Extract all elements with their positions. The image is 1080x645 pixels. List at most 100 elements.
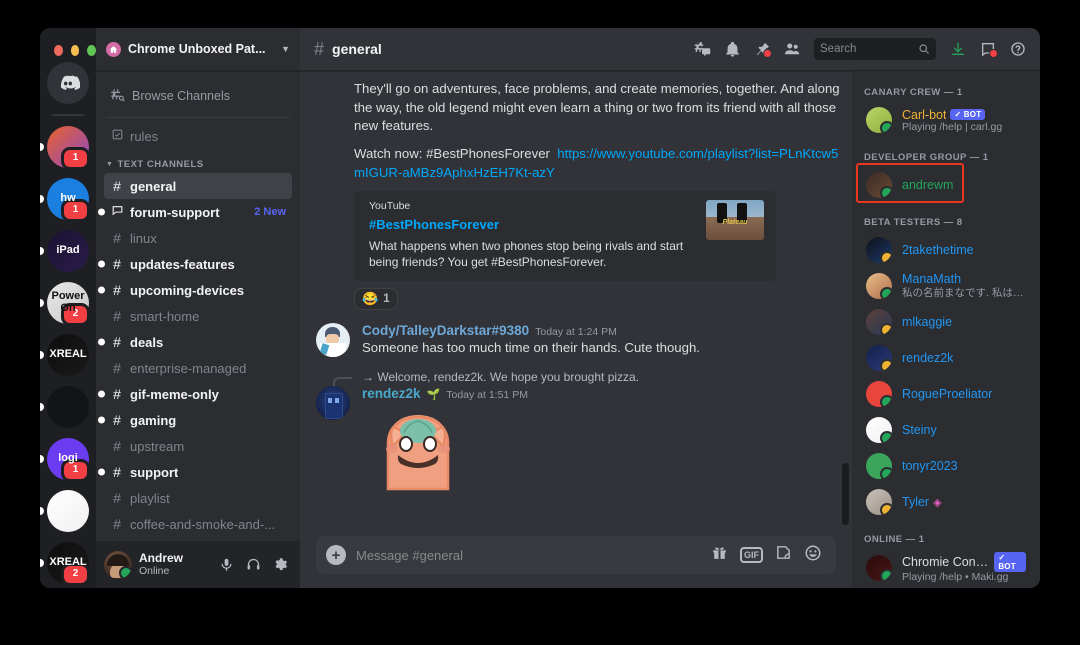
window-traffic-lights[interactable] (40, 34, 97, 62)
avatar[interactable] (866, 381, 892, 407)
member-row-tonyr2023[interactable]: tonyr2023 (860, 448, 1032, 484)
message-cody[interactable]: Cody/TalleyDarkstar#9380 Today at 1:24 P… (300, 310, 840, 358)
server-icon-logi-server[interactable]: logi 1 (40, 438, 90, 482)
avatar[interactable] (866, 417, 892, 443)
gear-icon[interactable] (268, 553, 292, 577)
hash-icon: # (113, 334, 121, 350)
member-row-carlbot[interactable]: Carl-bot ✓ BOT Playing /help | carl.gg (860, 102, 1032, 138)
sidebar-item-forum-support[interactable]: forum-support 2 New (98, 199, 292, 225)
bell-icon[interactable] (718, 35, 746, 63)
guild-header[interactable]: Chrome Unboxed Pat... ▼ (96, 28, 300, 71)
inbox-download-icon[interactable] (944, 35, 972, 63)
user-panel-controls[interactable] (214, 553, 292, 577)
avatar[interactable] (866, 107, 892, 133)
members-icon[interactable] (778, 35, 806, 63)
gif-icon[interactable]: GIF (740, 547, 763, 563)
member-row-tyler[interactable]: Tyler ◈ (860, 484, 1032, 520)
sidebar-item-upcoming-devices[interactable]: # upcoming-devices (98, 277, 292, 303)
message-author[interactable]: rendez2k (362, 386, 421, 401)
sidebar-item-gif-meme-only[interactable]: # gif-meme-only (98, 381, 292, 407)
server-icon-home[interactable] (47, 62, 89, 104)
member-row-manamath[interactable]: ManaMath私の名前まなです. 私は日本... (860, 268, 1032, 304)
message-author[interactable]: Cody/TalleyDarkstar#9380 (362, 323, 529, 338)
message-list[interactable]: They'll go on adventures, face problems,… (300, 71, 852, 528)
sidebar-item-coffee-and-smoke-and-...[interactable]: # coffee-and-smoke-and-... (104, 511, 292, 537)
pin-icon[interactable] (748, 35, 776, 63)
chevron-down-icon[interactable]: ▼ (281, 44, 290, 54)
youtube-embed[interactable]: YouTube #BestPhonesForever What happens … (354, 190, 776, 282)
microphone-icon[interactable] (214, 553, 238, 577)
avatar[interactable] (866, 309, 892, 335)
avatar[interactable] (866, 273, 892, 299)
member-row-rendez2k[interactable]: rendez2k (860, 340, 1032, 376)
server-icon-xreal-server[interactable]: XREAL (40, 334, 89, 376)
avatar[interactable] (104, 550, 132, 579)
sidebar-item-linux[interactable]: # linux (104, 225, 292, 251)
server-icon-ipad-server[interactable]: iPad (40, 230, 89, 272)
server-icon-chrome-server[interactable] (40, 490, 89, 532)
emoji-icon[interactable] (804, 544, 822, 567)
help-icon[interactable] (1004, 35, 1032, 63)
sidebar-item-support[interactable]: # support (98, 459, 292, 485)
channel-scroll-area[interactable]: Browse Channels rules ▼ TEXT CHANNELS # g… (96, 71, 300, 541)
status-badge (880, 467, 892, 479)
avatar[interactable] (866, 554, 892, 581)
server-rail[interactable]: 1hw1iPadPower On2XREALlogi1XREAL21NEW (40, 28, 97, 588)
category-text-channels[interactable]: ▼ TEXT CHANNELS (96, 149, 300, 173)
sidebar-item-gaming[interactable]: # gaming (98, 407, 292, 433)
add-attachment-icon[interactable]: + (326, 545, 346, 565)
search-input[interactable]: Search (814, 38, 936, 60)
avatar[interactable] (866, 489, 892, 515)
server-icon-xreal-community-server[interactable]: XREAL 2 (40, 542, 90, 586)
sticker-icon[interactable] (775, 544, 792, 566)
composer-box[interactable]: + Message #general GIF (316, 536, 836, 574)
sidebar-item-playlist[interactable]: # playlist (104, 485, 292, 511)
browse-channels-button[interactable]: Browse Channels (104, 83, 292, 108)
server-icon-hw-server[interactable]: hw 1 (40, 178, 90, 222)
inbox-icon[interactable] (974, 35, 1002, 63)
sidebar-item-general[interactable]: # general (104, 173, 292, 199)
avatar[interactable] (866, 453, 892, 479)
server-icon-dots-server[interactable] (40, 386, 89, 428)
member-sidebar[interactable]: CANARY CREW — 1 Carl-bot ✓ BOT Playing /hel… (852, 71, 1040, 588)
channel-rules[interactable]: rules (104, 123, 292, 149)
avatar[interactable] (316, 385, 350, 420)
reaction-chip[interactable]: 😂 1 (354, 288, 398, 311)
message-rendez2k[interactable]: rendez2k 🌱 Today at 1:51 PM (300, 384, 840, 504)
avatar[interactable] (316, 323, 350, 358)
maximize-window-button[interactable] (87, 45, 97, 56)
member-row-steiny[interactable]: Steiny (860, 412, 1032, 448)
member-row-2takethetime[interactable]: 2takethetime (860, 232, 1032, 268)
server-list[interactable]: 1hw1iPadPower On2XREALlogi1XREAL21NEW (40, 126, 96, 588)
member-row-mlkaggie[interactable]: mlkaggie (860, 304, 1032, 340)
embed-title[interactable]: #BestPhonesForever (369, 217, 696, 232)
close-window-button[interactable] (54, 45, 63, 56)
composer-icons[interactable]: GIF (711, 544, 822, 567)
sidebar-item-deals[interactable]: # deals (98, 329, 292, 355)
headset-icon[interactable] (241, 553, 265, 577)
channel-list[interactable]: # general forum-support 2 New # linux # updates… (96, 173, 300, 537)
member-row-rogueproeliator[interactable]: RogueProeliator (860, 376, 1032, 412)
sidebar-item-upstream[interactable]: # upstream (104, 433, 292, 459)
threads-icon[interactable] (688, 35, 716, 63)
member-row-chromieconcie[interactable]: Chromie Concie... ✓ BOTPlaying /help • Ma… (860, 549, 1032, 586)
user-panel[interactable]: Andrew Online (96, 541, 300, 588)
sidebar-item-updates-features[interactable]: # updates-features (98, 251, 292, 277)
sidebar-item-enterprise-managed[interactable]: # enterprise-managed (104, 355, 292, 381)
minimize-window-button[interactable] (70, 45, 80, 56)
message-scrollbar[interactable] (842, 463, 849, 525)
message-attachment-image[interactable] (362, 407, 840, 504)
avatar[interactable] (866, 237, 892, 263)
header-toolbar[interactable]: Search (688, 35, 1032, 63)
server-icon-reddit-server[interactable]: 1 (40, 126, 90, 170)
avatar[interactable] (866, 345, 892, 371)
embed-thumbnail[interactable]: Plateau (706, 199, 764, 240)
hash-icon: # (113, 360, 121, 376)
member-groups[interactable]: CANARY CREW — 1 Carl-bot ✓ BOT Playing /hel… (852, 85, 1040, 586)
gift-icon[interactable] (711, 544, 728, 566)
member-row-andrewm[interactable]: andrewm (860, 167, 1032, 203)
sidebar-item-smart-home[interactable]: # smart-home (104, 303, 292, 329)
server-icon-power-on-server[interactable]: Power On 2 (40, 282, 90, 326)
message-input[interactable]: Message #general (356, 548, 701, 563)
avatar[interactable] (866, 172, 892, 198)
